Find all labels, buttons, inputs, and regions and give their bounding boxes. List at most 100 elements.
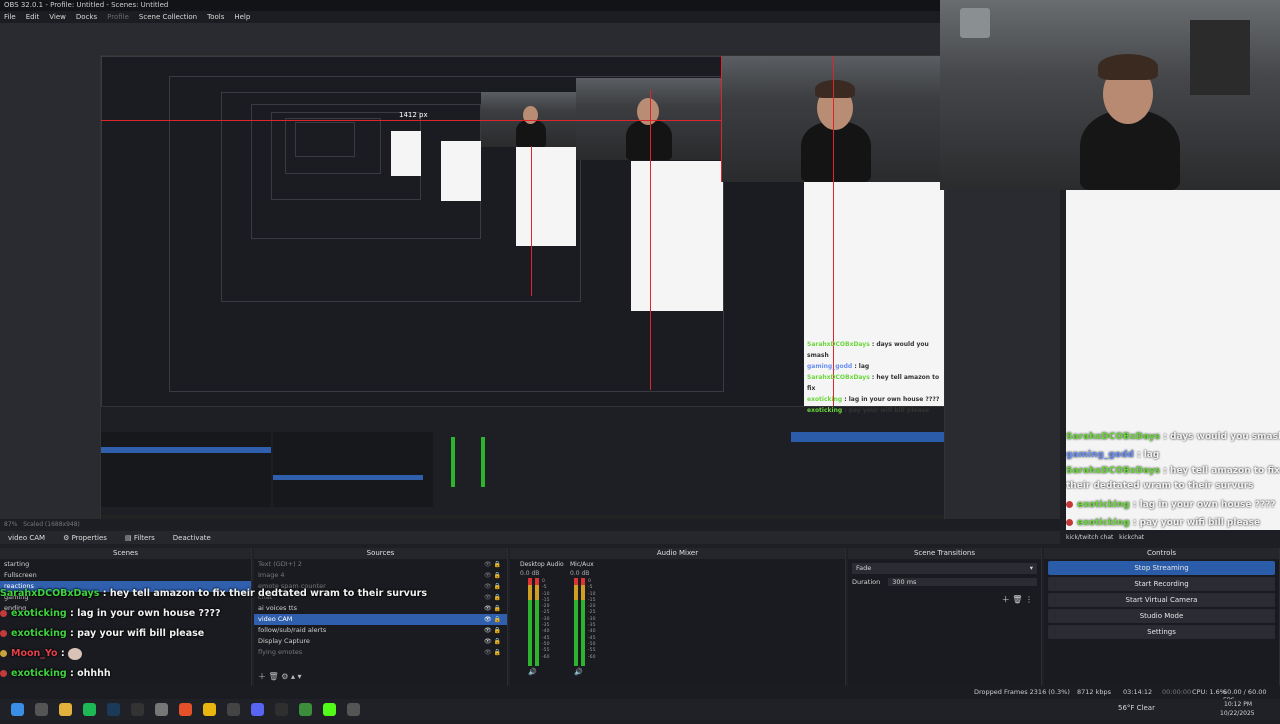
menu-tools[interactable]: Tools [207,11,224,23]
kick-icon[interactable] [323,703,336,716]
chevron-down-icon: ▾ [1029,564,1033,572]
scale-label: 87% [4,521,18,528]
studio-mode-button[interactable]: Studio Mode [1048,609,1275,623]
audio-mixer-title: Audio Mixer [510,548,845,559]
chat-username: Moon_Yo [11,648,58,659]
visibility-lock-icons: 👁 🔒 [484,649,501,656]
discord-icon[interactable] [251,703,264,716]
chat-username: exoticking [11,668,67,679]
preview-canvas[interactable]: 1412 px SarahxDCOBxDays : days would you… [100,55,945,530]
white-panel [631,161,723,311]
chat-message: SarahxDCOBxDays : hey tell amazon to fix… [0,584,427,604]
chat-message: exoticking : ohhhh [0,664,420,684]
db-tick-label: -60 [588,654,596,660]
volume-icon[interactable]: 🔊 [528,668,537,676]
visibility-lock-icons: 👁 🔒 [484,572,501,579]
chat-separator: : [1160,432,1171,442]
filter-icon: ▤ [124,533,134,542]
more-icon[interactable]: ⋮ [1025,595,1033,604]
transition-type: Fade [856,564,872,572]
transition-select[interactable]: Fade ▾ [852,563,1037,574]
db-tick-label: -25 [542,610,550,616]
obs-icon[interactable] [227,703,240,716]
start-recording-button[interactable]: Start Recording [1048,577,1275,591]
mic-meter [574,578,578,666]
source-toolbar: video CAM ⚙ Properties ▤ Filters Deactiv… [0,531,1060,544]
live-time: 03:14:12 [1123,688,1153,696]
deactivate-button[interactable]: Deactivate [173,534,211,542]
chat-separator: : [66,608,78,619]
chat-separator: : [66,628,78,639]
chat-text: days would you smash [1170,432,1280,442]
search-icon[interactable] [35,703,48,716]
user-badge-icon [0,630,7,637]
controls-dock: Controls Stop Streaming Start Recording … [1044,548,1280,686]
bitrate: 8712 kbps [1077,688,1112,696]
chat-username: SarahxDCOBxDays [0,588,100,599]
clock-date: 10/22/2025 [1220,710,1255,717]
measure-label: 1412 px [399,111,428,119]
spotify-icon[interactable] [83,703,96,716]
alignment-guide [101,120,721,121]
scenes-title: Scenes [0,548,251,559]
scene-transitions-dock: Scene Transitions Fade ▾ Duration 300 ms… [848,548,1042,686]
transitions-title: Scene Transitions [848,548,1041,559]
tab-kick-twitch-chat[interactable]: kick/twitch chat [1066,534,1113,541]
settings-button[interactable]: Settings [1048,625,1275,639]
visibility-lock-icons: 👁 🔒 [484,627,501,634]
menu-view[interactable]: View [49,11,66,23]
controls-title: Controls [1044,548,1279,559]
weather: 56°F Clear [1118,704,1155,712]
gear-icon: ⚙ [63,533,72,542]
chat-username: SarahxDCOBxDays [1066,466,1161,476]
stop-streaming-button[interactable]: Stop Streaming [1048,561,1275,575]
steam-icon[interactable] [107,703,120,716]
app-icon[interactable] [299,703,312,716]
taskbar-icons [0,703,360,716]
windows-icon[interactable] [11,703,24,716]
menu-help[interactable]: Help [234,11,250,23]
chat-separator: : [1133,450,1144,460]
brave-icon[interactable] [179,703,192,716]
menu-profile[interactable]: Profile [107,11,129,23]
preview-area[interactable]: 1412 px SarahxDCOBxDays : days would you… [0,23,1060,530]
add-icon[interactable]: ＋ [1002,595,1010,604]
white-panel [516,146,576,246]
menu-edit[interactable]: Edit [26,11,40,23]
menu-file[interactable]: File [4,11,16,23]
chat-separator: : [1129,518,1140,528]
duration-input[interactable]: 300 ms [888,578,1037,586]
poster [1190,20,1250,95]
chat-username: exoticking [11,608,67,619]
menu-docks[interactable]: Docks [76,11,97,23]
trash-icon[interactable]: 🗑 [1012,595,1022,604]
tab-kickchat[interactable]: kickchat [1119,534,1144,541]
properties-button[interactable]: ⚙ Properties [63,534,107,542]
person-hair [1098,54,1158,80]
scene-item[interactable]: starting [0,559,251,570]
file-explorer-icon[interactable] [59,703,72,716]
filters-button[interactable]: ▤ Filters [125,534,155,542]
scaled-label: Scaled (1688x948) [23,521,80,528]
terminal-icon[interactable] [275,703,288,716]
source-item[interactable]: Image 4 👁 🔒 [254,570,507,581]
db-scale: 0 -5 -10 -15 -20 -25 -30 -35 -40 -45 -50 -55 -60 [542,579,550,661]
chat-text: lag in your own house ???? [1139,500,1276,510]
chat-message: gaming_godd : lag [1066,446,1280,464]
menu-bar: File Edit View Docks Profile Scene Colle… [0,11,940,23]
desktop-audio-meter [528,578,532,666]
settings-icon[interactable] [155,703,168,716]
chrome-icon[interactable] [203,703,216,716]
streamer-icon[interactable] [347,703,360,716]
emote-icon [67,647,82,660]
source-item[interactable]: Text (GDI+) 2 👁 🔒 [254,559,507,570]
chat-username: gaming_godd [1066,450,1134,460]
menu-scene-collection[interactable]: Scene Collection [139,11,197,23]
start-virtual-camera-button[interactable]: Start Virtual Camera [1048,593,1275,607]
clock-time: 10:12 PM [1224,701,1252,708]
scene-item[interactable]: Fullscreen [0,570,251,581]
chat-overlay-right: SarahxDCOBxDays : days would you smash ga… [1066,428,1280,532]
user-badge-icon [1066,501,1073,508]
volume-icon[interactable]: 🔊 [574,668,583,676]
epic-icon[interactable] [131,703,144,716]
